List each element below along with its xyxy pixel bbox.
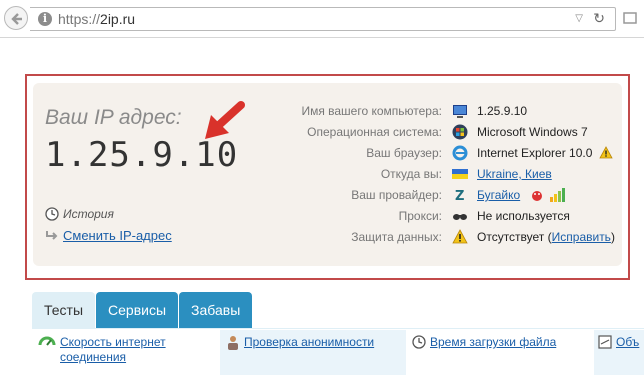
tab-fun[interactable]: Забавы: [179, 292, 253, 328]
provider-icon: Z: [455, 189, 464, 203]
extra-toolbar-icon[interactable]: [622, 10, 642, 28]
info-label: Защита данных:: [351, 230, 442, 244]
info-value: Microsoft Windows 7: [477, 125, 588, 139]
service-label: Объ: [616, 335, 640, 349]
browser-toolbar: i https://2ip.ru ▽ ↻: [0, 0, 644, 38]
info-value: Отсутствует (Исправить): [477, 230, 615, 244]
ip-info-panel: Ваш IP адрес: 1.25.9.10 История Сменить …: [33, 83, 622, 266]
info-label: Прокси:: [398, 209, 442, 223]
history-icon: [45, 207, 59, 221]
location-link[interactable]: Ukraine, Киев: [477, 167, 552, 181]
provider-link[interactable]: Бугайко: [477, 188, 520, 202]
info-row-provider: Ваш провайдер: Z Бугайко: [258, 185, 618, 206]
browser-name: Internet Explorer 10.0: [477, 146, 593, 160]
speed-icon: [38, 336, 56, 346]
services-row: Скорость интернет соединения Проверка ан…: [32, 330, 644, 375]
info-row-computer: Имя вашего компьютера: 1.25.9.10: [258, 101, 618, 122]
info-row-location: Откуда вы: Ukraine, Киев: [258, 164, 618, 185]
clock-icon: [412, 335, 426, 349]
tab-services[interactable]: Сервисы: [96, 292, 179, 328]
service-label: Время загрузки файла: [430, 335, 557, 349]
info-value: Internet Explorer 10.0: [477, 146, 613, 160]
computer-icon: [453, 105, 467, 118]
person-icon: [228, 336, 238, 350]
red-arrow-icon: [205, 101, 245, 139]
history-label: История: [63, 207, 114, 221]
glasses-icon: [453, 214, 467, 220]
warning-icon: [599, 146, 613, 159]
info-value[interactable]: Ukraine, Киев: [477, 167, 552, 181]
info-row-os: Операционная система: Microsoft Windows …: [258, 122, 618, 143]
tab-bar: Тесты Сервисы Забавы: [32, 292, 253, 328]
address-bar[interactable]: i https://2ip.ru ▽ ↻: [30, 7, 616, 31]
redirect-arrow-icon: [46, 230, 58, 240]
info-value: 1.25.9.10: [477, 104, 528, 118]
info-label: Операционная система:: [307, 125, 442, 139]
info-row-proxy: Прокси: Не используется: [258, 206, 618, 227]
info-value: Бугайко: [477, 188, 565, 202]
dropdown-icon[interactable]: ▽: [575, 13, 583, 24]
service-anonymity[interactable]: Проверка анонимности: [220, 330, 406, 375]
file-icon: [598, 335, 612, 349]
back-button[interactable]: [4, 6, 28, 30]
ip-info-box: Ваш IP адрес: 1.25.9.10 История Сменить …: [25, 74, 630, 280]
fix-link[interactable]: Исправить: [552, 230, 611, 244]
url-text[interactable]: https://2ip.ru: [58, 11, 135, 27]
reload-icon[interactable]: ↻: [593, 10, 605, 27]
info-row-data-protection: Защита данных: Отсутствует (Исправить): [258, 227, 618, 248]
signal-bars-icon[interactable]: [549, 188, 565, 202]
info-label: Ваш браузер:: [366, 146, 442, 160]
change-ip-label: Сменить IP-адрес: [63, 228, 172, 243]
service-label: Проверка анонимности: [244, 335, 375, 349]
tab-divider: [32, 328, 644, 329]
site-info-icon[interactable]: i: [38, 12, 52, 26]
url-scheme: https://: [58, 11, 101, 27]
service-label: Скорость интернет соединения: [60, 335, 166, 364]
info-label: Имя вашего компьютера:: [301, 104, 442, 118]
svg-text:Z: Z: [455, 189, 464, 203]
change-ip-link[interactable]: Сменить IP-адрес: [45, 228, 172, 243]
windows-icon: [452, 124, 468, 140]
info-label: Откуда вы:: [380, 167, 442, 181]
service-download-time[interactable]: Время загрузки файла: [412, 330, 592, 375]
tab-tests[interactable]: Тесты: [32, 292, 96, 328]
ie-icon: [452, 145, 468, 161]
history-link[interactable]: История: [45, 207, 114, 221]
url-host: 2ip.ru: [100, 11, 136, 27]
service-speed[interactable]: Скорость интернет соединения: [38, 330, 218, 375]
protection-status: Отсутствует (: [477, 230, 552, 244]
bug-icon[interactable]: [530, 188, 544, 202]
info-row-browser: Ваш браузер: Internet Explorer 10.0: [258, 143, 618, 164]
back-arrow-icon: [11, 13, 22, 25]
protection-suffix: ): [610, 230, 615, 244]
info-label: Ваш провайдер:: [351, 188, 442, 202]
flag-icon: [452, 169, 468, 179]
warning-icon: [452, 229, 468, 244]
ip-label: Ваш IP адрес:: [45, 106, 182, 129]
info-value: Не используется: [477, 209, 570, 223]
service-file[interactable]: Объ: [594, 330, 644, 375]
